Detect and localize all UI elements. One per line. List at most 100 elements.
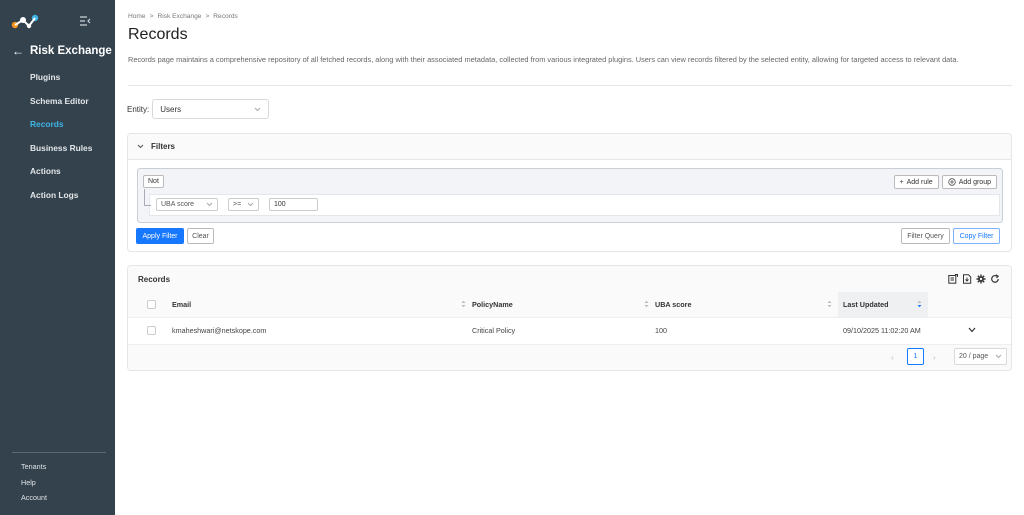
page-number-current[interactable]: 1 bbox=[907, 347, 924, 365]
breadcrumb-home[interactable]: Home bbox=[128, 13, 146, 20]
column-header-uba-score[interactable]: UBA score bbox=[655, 292, 838, 318]
clear-button[interactable]: Clear bbox=[187, 228, 214, 244]
cell-last-updated: 09/10/2025 11:02:20 AM bbox=[838, 317, 928, 345]
column-header-policyname[interactable]: PolicyName bbox=[472, 292, 655, 318]
breadcrumb-separator: > bbox=[205, 13, 210, 20]
breadcrumb-risk-exchange[interactable]: Risk Exchange bbox=[157, 13, 201, 20]
column-label: Last Updated bbox=[843, 299, 889, 309]
breadcrumb-records: Records bbox=[213, 13, 238, 20]
row-checkbox[interactable] bbox=[147, 326, 156, 335]
page-size-select[interactable]: 20 / page bbox=[954, 347, 1007, 365]
cell-email: kmaheshwari@netskope.com bbox=[172, 317, 472, 345]
page-description: Records page maintains a comprehensive r… bbox=[128, 55, 959, 64]
plus-icon: + bbox=[899, 178, 904, 186]
header-divider bbox=[128, 85, 1012, 86]
sort-icon bbox=[461, 300, 466, 308]
next-page-icon[interactable]: › bbox=[933, 353, 936, 362]
rule-field-value: UBA score bbox=[161, 201, 195, 208]
not-toggle[interactable]: Not bbox=[143, 175, 164, 188]
rule-value-input[interactable]: 100 bbox=[269, 198, 318, 211]
column-label: Email bbox=[172, 299, 192, 309]
prev-page-icon[interactable]: ‹ bbox=[891, 353, 894, 362]
sidebar-item-plugins[interactable]: Plugins bbox=[30, 72, 92, 96]
chevron-down-icon bbox=[247, 202, 254, 207]
expand-row-icon[interactable] bbox=[968, 327, 976, 333]
chevron-down-icon bbox=[254, 107, 261, 111]
breadcrumb: Home > Risk Exchange > Records bbox=[128, 13, 238, 20]
rule-operator-value: >= bbox=[233, 201, 242, 208]
sidebar-item-actions[interactable]: Actions bbox=[30, 166, 92, 190]
refresh-icon[interactable] bbox=[990, 274, 1000, 284]
arrow-left-icon: ← bbox=[12, 44, 24, 58]
column-header-email[interactable]: Email bbox=[172, 292, 472, 318]
entity-selector-row: Entity: Users bbox=[127, 99, 270, 119]
page-title: Records bbox=[128, 26, 188, 43]
records-header: Records bbox=[128, 266, 1011, 292]
apply-filter-button[interactable]: Apply Filter bbox=[136, 228, 184, 244]
add-group-label: Add group bbox=[958, 178, 991, 186]
sidebar-item-action-logs[interactable]: Action Logs bbox=[30, 190, 92, 214]
sidebar-nav: Plugins Schema Editor Records Business R… bbox=[30, 72, 92, 214]
row-select-cell bbox=[128, 317, 172, 345]
query-builder: Not + Add rule Add group UBA score >= 10… bbox=[137, 168, 1003, 223]
add-group-button[interactable]: Add group bbox=[941, 175, 997, 189]
back-to-risk-exchange[interactable]: ← Risk Exchange bbox=[12, 44, 112, 58]
collapse-menu-icon[interactable] bbox=[79, 16, 91, 26]
rule-operator-select[interactable]: >= bbox=[228, 198, 259, 211]
sidebar-divider bbox=[12, 452, 106, 453]
sidebar: ← Risk Exchange Plugins Schema Editor Re… bbox=[0, 0, 115, 515]
breadcrumb-separator: > bbox=[149, 13, 154, 20]
chevron-down-icon bbox=[206, 202, 213, 207]
main-content: Home > Risk Exchange > Records Records R… bbox=[115, 0, 1024, 515]
page-size-value: 20 / page bbox=[959, 352, 989, 360]
column-header-expand bbox=[928, 292, 1011, 318]
cell-uba-score: 100 bbox=[655, 317, 838, 345]
add-rule-button[interactable]: + Add rule bbox=[893, 175, 939, 189]
gear-icon[interactable] bbox=[976, 274, 986, 284]
entity-select-value: Users bbox=[160, 104, 182, 114]
select-all-cell bbox=[128, 292, 172, 318]
file-download-icon[interactable] bbox=[962, 274, 972, 284]
tree-connector bbox=[144, 189, 151, 206]
entity-label: Entity: bbox=[127, 104, 150, 114]
sort-icon bbox=[644, 300, 649, 308]
export-icon[interactable] bbox=[948, 274, 958, 284]
add-circle-icon bbox=[947, 178, 956, 186]
records-toolbar bbox=[948, 274, 1000, 284]
netskope-logo-icon[interactable] bbox=[11, 14, 39, 30]
sidebar-item-business-rules[interactable]: Business Rules bbox=[30, 143, 92, 167]
entity-select[interactable]: Users bbox=[152, 99, 270, 119]
sidebar-item-records[interactable]: Records bbox=[30, 119, 92, 143]
sidebar-link-help[interactable]: Help bbox=[21, 478, 47, 494]
query-group-actions: + Add rule Add group bbox=[893, 175, 997, 189]
filters-header[interactable]: Filters bbox=[128, 134, 1011, 160]
copy-filter-button[interactable]: Copy Filter bbox=[953, 228, 1000, 244]
chevron-down-icon bbox=[137, 144, 144, 149]
sort-icon bbox=[827, 300, 832, 308]
pagination: ‹ 1 › 20 / page bbox=[128, 344, 1011, 370]
sidebar-link-account[interactable]: Account bbox=[21, 493, 47, 509]
filters-title: Filters bbox=[151, 142, 176, 151]
query-group-header: Not + Add rule Add group bbox=[143, 175, 997, 189]
sidebar-bottom-links: Tenants Help Account bbox=[21, 462, 47, 509]
filter-query-button[interactable]: Filter Query bbox=[901, 228, 950, 244]
sidebar-item-schema-editor[interactable]: Schema Editor bbox=[30, 96, 92, 120]
table-header-row: Email PolicyName UBA score Last Updated bbox=[128, 292, 1011, 318]
sidebar-link-tenants[interactable]: Tenants bbox=[21, 462, 47, 478]
column-label: UBA score bbox=[655, 299, 692, 309]
filters-panel: Filters Not + Add rule Add group UBA sco… bbox=[127, 133, 1012, 252]
records-panel: Records Email PolicyName UBA score Last … bbox=[127, 265, 1012, 371]
sort-desc-icon bbox=[917, 300, 922, 308]
records-title: Records bbox=[138, 274, 171, 284]
row-expand-cell bbox=[928, 317, 1011, 345]
query-rule: UBA score >= 100 bbox=[144, 189, 1000, 216]
cell-policyname: Critical Policy bbox=[472, 317, 655, 345]
column-label: PolicyName bbox=[472, 299, 513, 309]
records-table: Email PolicyName UBA score Last Updated … bbox=[128, 292, 1011, 345]
table-row[interactable]: kmaheshwari@netskope.com Critical Policy… bbox=[128, 317, 1011, 345]
column-header-last-updated[interactable]: Last Updated bbox=[838, 292, 928, 318]
rule-field-select[interactable]: UBA score bbox=[156, 198, 218, 211]
chevron-down-icon bbox=[995, 354, 1002, 358]
select-all-checkbox[interactable] bbox=[147, 299, 156, 309]
sidebar-section-title: Risk Exchange bbox=[30, 45, 112, 57]
